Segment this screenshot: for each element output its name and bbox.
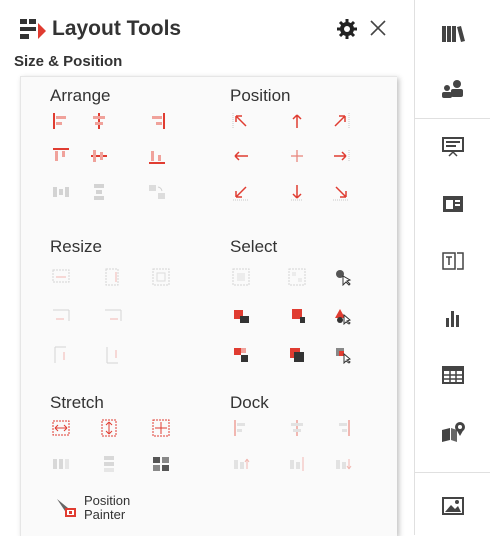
- layout-panel-icon: [443, 196, 463, 212]
- resize-shrink-height-icon[interactable]: [52, 346, 70, 364]
- move-bottom-left-icon[interactable]: [232, 183, 250, 201]
- move-top-right-icon[interactable]: [332, 112, 350, 130]
- move-top-icon[interactable]: [288, 112, 306, 130]
- align-center-icon[interactable]: [90, 112, 108, 130]
- group-arrange-label: Arrange: [50, 86, 111, 105]
- rail-separator: [415, 472, 490, 473]
- section-title: Size & Position: [14, 53, 123, 70]
- paint-brush-icon: [54, 496, 78, 520]
- right-tool-rail: [414, 0, 490, 535]
- distribute-vertical-icon[interactable]: [90, 183, 108, 201]
- resize-both-icon[interactable]: [152, 268, 170, 286]
- select-same-type-icon[interactable]: [334, 346, 352, 364]
- select-group-icon[interactable]: [232, 268, 250, 286]
- stretch-height-icon[interactable]: [100, 419, 118, 437]
- align-middle-icon[interactable]: [90, 147, 108, 165]
- group-stretch-label: Stretch: [50, 393, 104, 412]
- layout-tools-panel: Layout Tools Size & Position Arrange Pos…: [0, 0, 414, 536]
- stretch-grid-icon[interactable]: [152, 455, 170, 473]
- dock-middle-icon[interactable]: [288, 455, 306, 473]
- move-left-icon[interactable]: [232, 147, 250, 165]
- panel-title: Layout Tools: [52, 17, 182, 40]
- rail-library-button[interactable]: [415, 6, 490, 63]
- table-icon: [442, 366, 464, 384]
- select-same-line-icon[interactable]: [288, 307, 306, 325]
- move-right-icon[interactable]: [332, 147, 350, 165]
- align-left-icon[interactable]: [52, 112, 70, 130]
- align-top-icon[interactable]: [52, 147, 70, 165]
- dock-left-icon[interactable]: [232, 419, 250, 437]
- rail-map-button[interactable]: [415, 404, 490, 461]
- move-top-left-icon[interactable]: [232, 112, 250, 130]
- move-center-icon[interactable]: [288, 147, 306, 165]
- distribute-horizontal-icon[interactable]: [52, 183, 70, 201]
- select-same-position-icon[interactable]: [288, 346, 306, 364]
- resize-shrink-width-icon[interactable]: [52, 307, 70, 325]
- rail-users-button[interactable]: [415, 62, 490, 119]
- rail-textbox-button[interactable]: [415, 233, 490, 290]
- painter-label-line1: Position: [84, 493, 131, 508]
- select-same-size-icon[interactable]: [232, 346, 250, 364]
- resize-height-icon[interactable]: [104, 268, 122, 286]
- dock-bottom-icon[interactable]: [334, 455, 352, 473]
- select-all-icon[interactable]: [288, 268, 306, 286]
- group-select-label: Select: [230, 237, 278, 256]
- stretch-fit-height-icon[interactable]: [100, 455, 118, 473]
- resize-grow-height-icon[interactable]: [104, 346, 122, 364]
- select-same-fill-icon[interactable]: [232, 307, 250, 325]
- painter-label-line2: Painter: [84, 507, 126, 522]
- rail-chart-button[interactable]: [415, 290, 490, 347]
- map-pin-icon: [442, 422, 465, 442]
- layout-tools-icon: [18, 17, 48, 41]
- panel-header: Layout Tools: [0, 0, 414, 52]
- rail-slide-button[interactable]: [415, 119, 490, 176]
- group-dock-label: Dock: [230, 393, 269, 412]
- users-icon: [442, 80, 463, 98]
- group-resize-label: Resize: [50, 237, 102, 256]
- presentation-icon: [442, 137, 464, 157]
- select-same-shape-icon[interactable]: [334, 268, 352, 286]
- close-icon[interactable]: [368, 18, 388, 38]
- gear-icon[interactable]: [336, 18, 358, 40]
- resize-grow-width-icon[interactable]: [104, 307, 122, 325]
- image-icon: [442, 497, 464, 515]
- stretch-fit-width-icon[interactable]: [52, 455, 70, 473]
- align-bottom-icon[interactable]: [148, 147, 166, 165]
- library-books-icon: [442, 26, 465, 42]
- resize-width-icon[interactable]: [52, 268, 70, 286]
- move-bottom-right-icon[interactable]: [332, 183, 350, 201]
- rail-layout-button[interactable]: [415, 176, 490, 233]
- dock-top-icon[interactable]: [232, 455, 250, 473]
- rail-image-button[interactable]: [415, 478, 490, 535]
- dock-center-icon[interactable]: [288, 419, 306, 437]
- select-same-color-icon[interactable]: [334, 307, 352, 325]
- stretch-width-icon[interactable]: [52, 419, 70, 437]
- group-position-label: Position: [230, 86, 291, 105]
- stretch-both-icon[interactable]: [152, 419, 170, 437]
- align-right-icon[interactable]: [148, 112, 166, 130]
- bar-chart-icon: [446, 311, 459, 327]
- move-bottom-icon[interactable]: [288, 183, 306, 201]
- position-painter-button[interactable]: Position Painter: [48, 480, 148, 526]
- text-box-icon: [442, 252, 464, 270]
- rail-table-button[interactable]: [415, 347, 490, 404]
- swap-icon[interactable]: [148, 183, 166, 201]
- dock-right-icon[interactable]: [334, 419, 352, 437]
